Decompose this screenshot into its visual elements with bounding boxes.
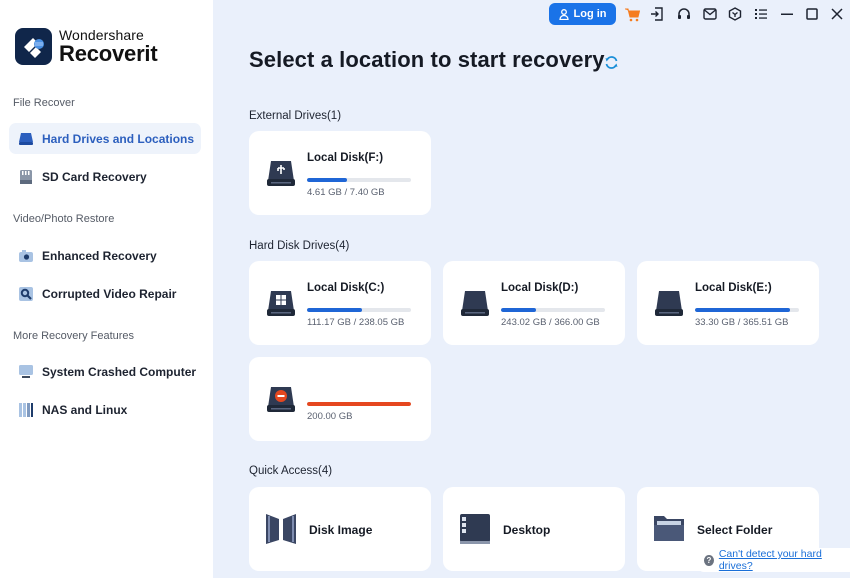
drive-usage-fill <box>307 402 411 406</box>
mail-icon[interactable] <box>702 6 718 22</box>
drive-name: Local Disk(F:) <box>307 152 384 164</box>
headset-icon[interactable] <box>676 6 692 22</box>
sidebar-item-label: System Crashed Computer <box>42 364 197 379</box>
sidebar-item-label: Corrupted Video Repair <box>42 286 177 301</box>
quick-access-desktop[interactable]: Desktop <box>443 487 625 571</box>
section-label-more-features: More Recovery Features <box>13 330 135 342</box>
drive-size: 200.00 GB <box>307 411 353 422</box>
drive-icon <box>654 289 684 322</box>
drive-card-c[interactable]: Local Disk(C:) 111.17 GB / 238.05 GB <box>249 261 431 345</box>
drive-name: Local Disk(E:) <box>695 282 772 294</box>
sidebar-item-hard-drives[interactable]: Hard Drives and Locations <box>9 123 201 154</box>
menu-list-icon[interactable] <box>753 6 769 22</box>
drive-size: 4.61 GB / 7.40 GB <box>307 187 385 198</box>
page-title: Select a location to start recovery <box>249 47 605 72</box>
drive-usage-bar <box>307 308 411 312</box>
drive-size: 33.30 GB / 365.51 GB <box>695 317 789 328</box>
drive-name: Local Disk(D:) <box>501 282 579 294</box>
user-icon <box>558 8 569 20</box>
section-label-file-recover: File Recover <box>13 97 75 109</box>
cart-icon[interactable] <box>624 6 640 22</box>
login-button[interactable]: Log in <box>549 3 616 25</box>
quick-access-label: Desktop <box>503 523 551 537</box>
drive-card-d[interactable]: Local Disk(D:) 243.02 GB / 366.00 GB <box>443 261 625 345</box>
cant-detect-drives-link[interactable]: Can't detect your hard drives? <box>719 548 844 572</box>
drive-usage-fill <box>307 178 347 182</box>
drive-name: Local Disk(C:) <box>307 282 385 294</box>
brand-name: Wondershare <box>59 27 144 43</box>
cube-icon[interactable] <box>727 6 743 22</box>
drive-usage-bar <box>695 308 799 312</box>
group-label-quick-access: Quick Access(4) <box>249 465 333 477</box>
sign-in-icon[interactable] <box>649 6 665 22</box>
drive-usage-bar <box>307 402 411 406</box>
camera-icon <box>17 248 35 264</box>
drive-size: 243.02 GB / 366.00 GB <box>501 317 600 328</box>
lost-partition-drive-icon <box>266 385 296 418</box>
drive-usage-fill <box>501 308 537 312</box>
maximize-icon[interactable] <box>804 6 820 22</box>
app-logo: Wondershare Recoverit <box>15 27 158 66</box>
quick-access-label: Select Folder <box>697 523 773 537</box>
drive-usage-fill <box>307 308 363 312</box>
monitor-icon <box>17 364 35 380</box>
question-icon: ? <box>704 554 714 566</box>
desktop-icon <box>459 513 491 550</box>
drive-usage-bar <box>501 308 605 312</box>
usb-drive-icon <box>266 159 296 192</box>
sidebar-item-nas-linux[interactable]: NAS and Linux <box>9 394 201 425</box>
drive-card-f[interactable]: Local Disk(F:) 4.61 GB / 7.40 GB <box>249 131 431 215</box>
drive-card-e[interactable]: Local Disk(E:) 33.30 GB / 365.51 GB <box>637 261 819 345</box>
group-label-hard-disk: Hard Disk Drives(4) <box>249 240 350 252</box>
sidebar-item-system-crashed[interactable]: System Crashed Computer <box>9 356 201 387</box>
disk-image-icon <box>265 513 297 550</box>
sidebar-item-label: SD Card Recovery <box>42 169 147 184</box>
recoverit-logo-icon <box>15 28 52 65</box>
sidebar: Wondershare Recoverit File Recover Hard … <box>0 0 213 578</box>
nas-icon <box>17 402 35 418</box>
drive-icon <box>460 289 490 322</box>
minimize-icon[interactable] <box>779 6 795 22</box>
sidebar-item-enhanced-recovery[interactable]: Enhanced Recovery <box>9 240 201 271</box>
group-label-external: External Drives(1) <box>249 110 342 122</box>
drive-usage-bar <box>307 178 411 182</box>
refresh-icon[interactable] <box>604 55 619 70</box>
sidebar-item-corrupted-video-repair[interactable]: Corrupted Video Repair <box>9 278 201 309</box>
sidebar-item-label: Enhanced Recovery <box>42 248 157 263</box>
quick-access-label: Disk Image <box>309 523 373 537</box>
folder-icon <box>653 513 685 548</box>
close-icon[interactable] <box>829 6 845 22</box>
sidebar-item-sd-card[interactable]: SD Card Recovery <box>9 161 201 192</box>
product-name: Recoverit <box>59 41 158 66</box>
hard-drive-icon <box>17 131 35 147</box>
video-repair-icon <box>17 286 35 302</box>
drive-size: 111.17 GB / 238.05 GB <box>307 317 405 328</box>
section-label-video-photo: Video/Photo Restore <box>13 213 115 225</box>
quick-access-disk-image[interactable]: Disk Image <box>249 487 431 571</box>
sidebar-item-label: Hard Drives and Locations <box>42 131 195 146</box>
sd-card-icon <box>17 169 35 185</box>
help-banner: ? Can't detect your hard drives? <box>698 548 850 572</box>
windows-drive-icon <box>266 289 296 322</box>
drive-usage-fill <box>695 308 790 312</box>
drive-card-lost-partition[interactable]: 200.00 GB <box>249 357 431 441</box>
login-label: Log in <box>573 8 607 20</box>
sidebar-item-label: NAS and Linux <box>42 402 128 417</box>
